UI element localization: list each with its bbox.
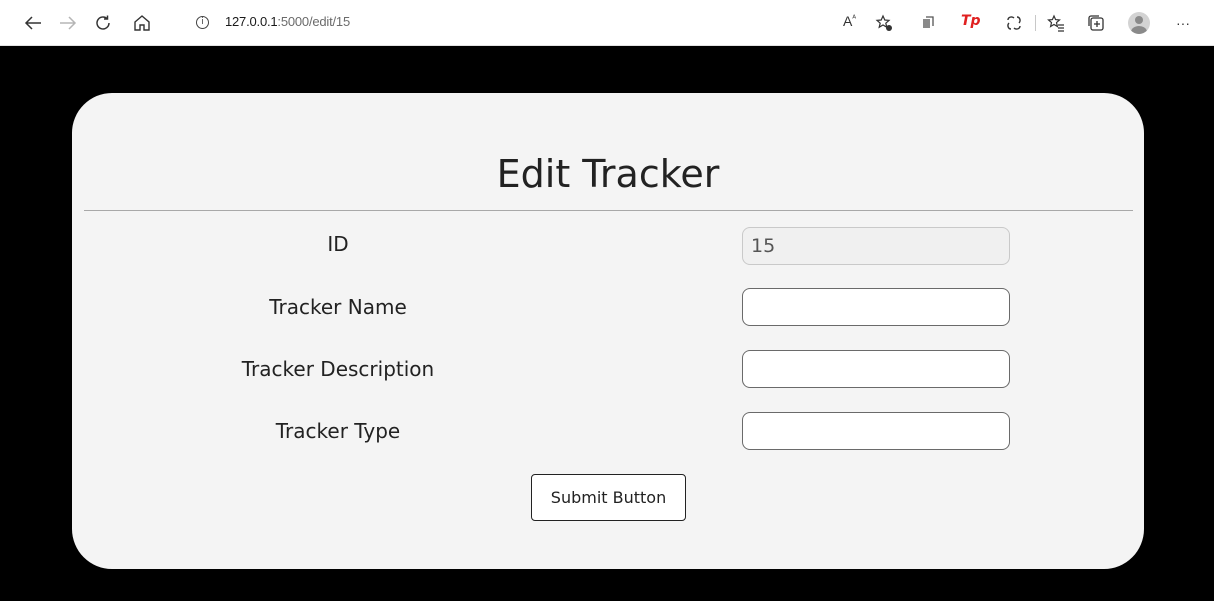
submit-button[interactable]: Submit Button <box>531 474 686 521</box>
favorites-icon[interactable] <box>1045 12 1067 34</box>
tracker-description-field[interactable] <box>742 350 1010 388</box>
info-icon[interactable]: i <box>196 16 209 29</box>
id-label: ID <box>327 232 349 256</box>
forward-icon[interactable] <box>57 12 79 34</box>
page-title: Edit Tracker <box>496 152 720 196</box>
tracker-type-field[interactable] <box>742 412 1010 450</box>
read-aloud-label: A <box>843 13 853 29</box>
tracker-name-label: Tracker Name <box>269 295 407 319</box>
avatar-head <box>1135 16 1143 24</box>
add-favorite-icon[interactable] <box>873 12 895 34</box>
title-divider <box>84 210 1133 211</box>
collections-icon[interactable] <box>1085 12 1107 34</box>
browser-toolbar: i 127.0.0.1:5000/edit/15 Aᴬ Tp ··· <box>0 0 1214 46</box>
url-host: 127.0.0.1 <box>225 14 278 29</box>
copilot-icon[interactable] <box>1003 12 1025 34</box>
url-path: :5000/edit/15 <box>277 14 350 29</box>
home-icon[interactable] <box>131 12 153 34</box>
tp-extension-icon[interactable]: Tp <box>961 13 981 29</box>
tracker-type-label: Tracker Type <box>275 419 401 443</box>
edit-tracker-card: Edit Tracker ID Tracker Name Tracker Des… <box>72 93 1144 569</box>
more-icon[interactable]: ··· <box>1172 12 1194 34</box>
back-icon[interactable] <box>22 12 44 34</box>
refresh-icon[interactable] <box>92 12 114 34</box>
id-field[interactable] <box>742 227 1010 265</box>
toolbar-separator <box>1035 15 1036 31</box>
profile-icon[interactable] <box>1128 12 1150 34</box>
read-aloud-icon[interactable]: Aᴬ <box>843 13 856 29</box>
extensions-icon[interactable] <box>917 12 939 34</box>
tracker-name-field[interactable] <box>742 288 1010 326</box>
tracker-description-label: Tracker Description <box>241 357 435 381</box>
avatar-body <box>1131 26 1147 34</box>
address-bar[interactable]: 127.0.0.1:5000/edit/15 <box>225 14 350 29</box>
